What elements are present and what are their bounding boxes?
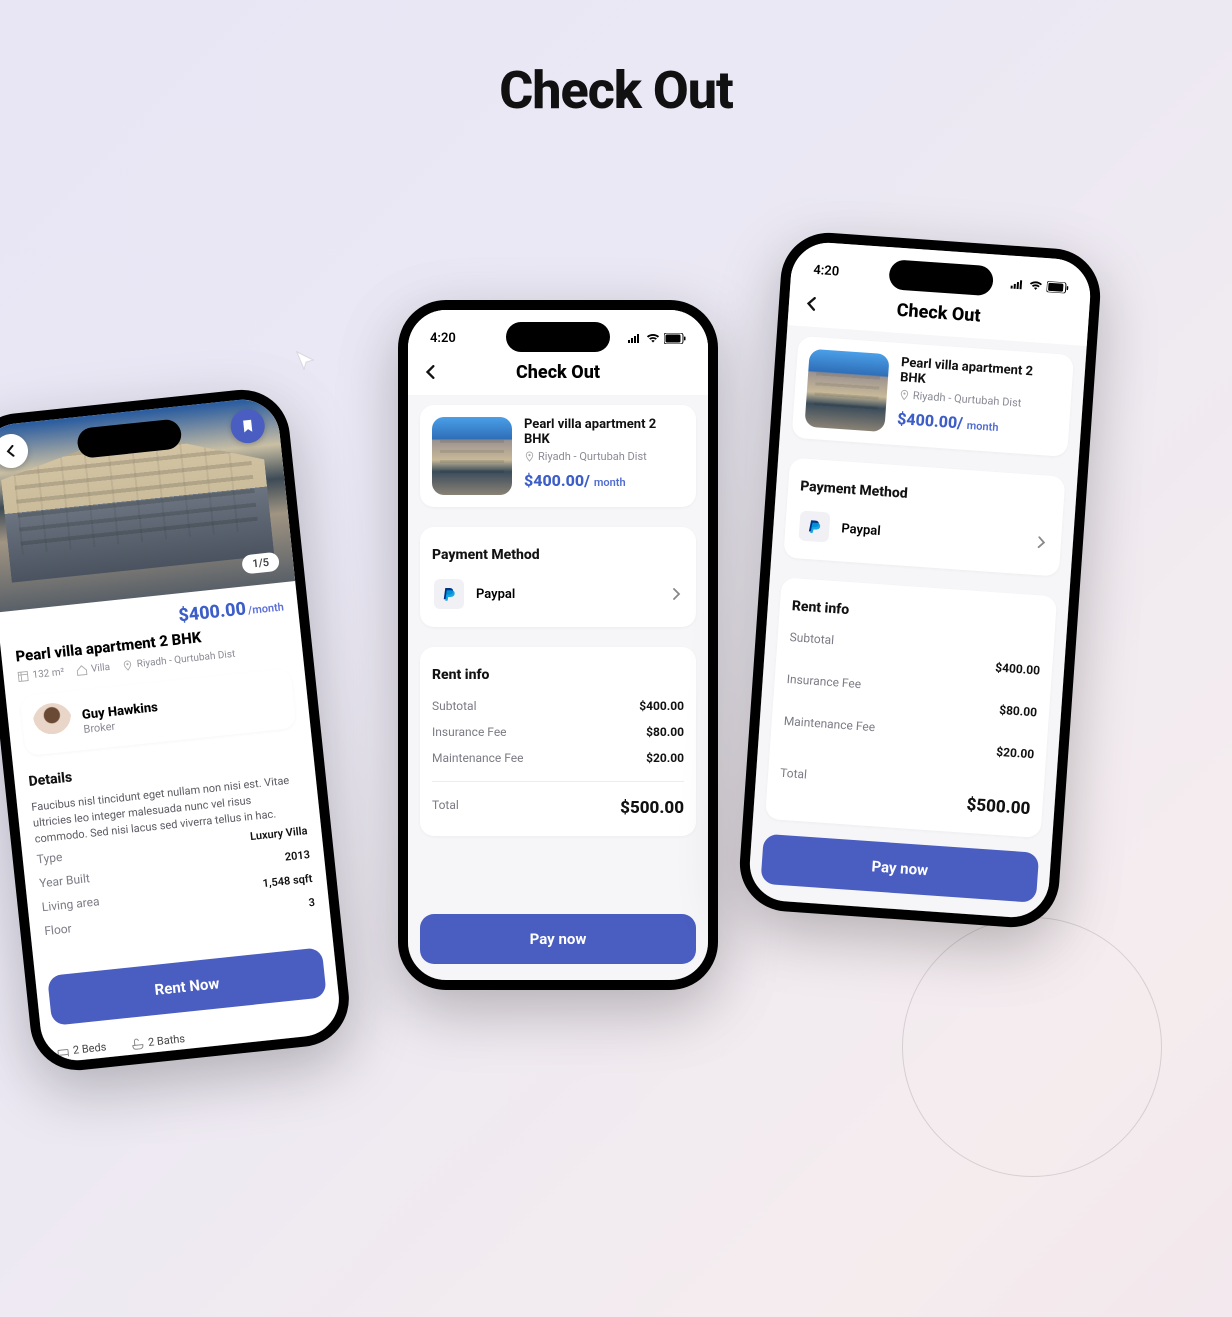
payment-method-name: Paypal [841,521,881,539]
pin-icon [898,389,910,401]
payment-method-row[interactable]: Paypal [796,504,1050,563]
status-icons [193,385,253,394]
property-price: $400.00/ month [524,471,684,490]
screen-header: Check Out [408,354,708,395]
row-maintenance: Maintenance Fee$20.00 [432,745,684,771]
row-total: Total$500.00 [778,760,1033,825]
status-icons [1010,278,1070,293]
property-location: Riyadh - Qurtubah Dist [524,450,684,463]
pay-now-button[interactable]: Pay now [420,914,696,964]
status-time: 4:20 [813,262,840,279]
rent-info-card: Rent info Subtotal$400.00 Insurance Fee$… [765,577,1057,838]
property-thumbnail [804,349,889,432]
property-card[interactable]: Pearl villa apartment 2 BHK Riyadh - Qur… [792,336,1074,457]
row-subtotal: Subtotal$400.00 [432,693,684,719]
image-pager: 1/5 [241,552,280,575]
broker-avatar [31,701,75,745]
page-title: Check Out [0,60,1232,121]
broker-card[interactable]: Guy Hawkins Broker [20,668,297,756]
paypal-icon [798,510,830,542]
row-total: Total$500.00 [432,792,684,824]
rent-now-button[interactable]: Rent Now [47,947,327,1026]
back-button[interactable] [424,362,438,384]
pay-now-button[interactable]: Pay now [760,834,1039,903]
property-thumbnail [432,417,512,495]
back-button[interactable] [0,432,30,469]
payment-card: Payment Method Paypal [420,527,696,627]
back-button[interactable] [804,293,820,316]
row-insurance: Insurance Fee$80.00 [432,719,684,745]
cursor-icon [295,350,315,370]
payment-method-name: Paypal [476,587,515,602]
rent-info-card: Rent info Subtotal$400.00 Insurance Fee$… [420,647,696,836]
phone-detail: 4:20 1/5 $400.00 /month Pearl villa apar… [0,385,354,1075]
status-time: 4:20 [0,399,24,417]
property-card[interactable]: Pearl villa apartment 2 BHK Riyadh - Qur… [420,405,696,507]
chevron-right-icon [670,585,682,604]
payment-card: Payment Method Paypal [783,458,1065,577]
phone-checkout-b: 4:20 Check Out Pearl villa apartment 2 B… [737,230,1104,931]
property-price: $400.00/ month [897,409,1058,439]
status-bar: 4:20 [408,310,708,354]
chip-baths: 2 Baths [131,1032,185,1050]
chip-beds: 2 Beds [56,1040,107,1058]
pin-icon [524,451,535,462]
attr-type: Villa [76,662,111,677]
status-icons [627,333,686,344]
screen-title: Check Out [516,362,600,383]
chevron-right-icon [1034,532,1047,552]
property-name: Pearl villa apartment 2 BHK [524,417,684,447]
screen-title: Check Out [896,300,981,327]
payment-method-row[interactable]: Paypal [432,573,684,615]
paypal-icon [434,579,464,609]
rent-section-title: Rent info [432,667,684,683]
decorative-circle [902,917,1162,1177]
property-hero: 4:20 1/5 [0,385,295,612]
phone-checkout-a: 4:20 Check Out Pearl villa apartment 2 B… [398,300,718,990]
attr-area: 132 m² [17,667,65,683]
bookmark-button[interactable] [229,407,266,444]
payment-section-title: Payment Method [432,547,684,563]
status-time: 4:20 [430,331,456,346]
